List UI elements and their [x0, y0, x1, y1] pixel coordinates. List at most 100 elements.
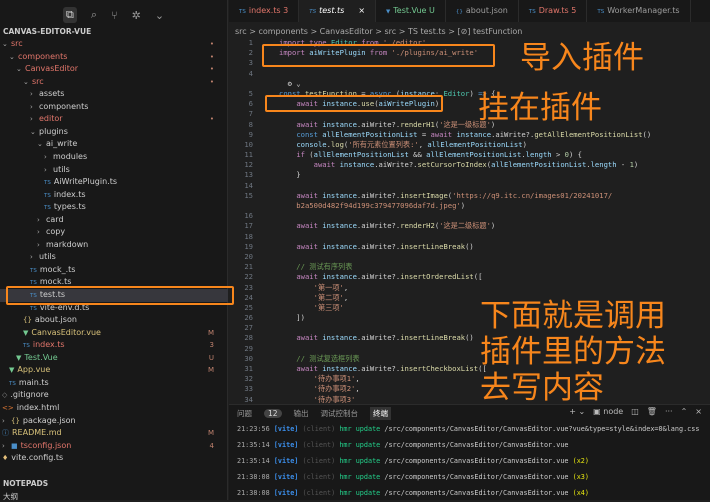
code-line[interactable]: ⚙ ⌄	[229, 79, 698, 89]
code-line[interactable]: 20	[229, 252, 698, 262]
code-line[interactable]: 13 }	[229, 170, 698, 180]
file-item[interactable]: TSmock_.ts	[0, 264, 228, 277]
notepad-item[interactable]: 大纲	[3, 491, 18, 502]
editor-tab[interactable]: {}about.json	[446, 0, 519, 22]
file-name: plugins	[39, 127, 68, 136]
code-line[interactable]: 19 await instance.aiWrite?.insertLineBre…	[229, 242, 698, 252]
code-line[interactable]: 22 await instance.aiWrite?.insertOrdered…	[229, 272, 698, 282]
code-line[interactable]: 23 '第一项',	[229, 283, 698, 293]
tab-label: WorkerManager.ts	[607, 6, 679, 15]
folder-item[interactable]: ›components	[0, 101, 228, 114]
folder-item[interactable]: ›editor•	[0, 113, 228, 126]
git-status-badge: U	[209, 352, 214, 365]
file-item[interactable]: TSindex.ts	[0, 189, 228, 202]
file-item[interactable]: TStypes.ts	[0, 201, 228, 214]
terminal-token: (client)	[303, 457, 340, 465]
code-line[interactable]: 10 console.log('所有元素位置列表:', allElementPo…	[229, 140, 698, 150]
git-status-badge: M	[208, 327, 214, 340]
file-name: types.ts	[54, 202, 86, 211]
terminal-token: [vite]	[274, 425, 303, 433]
search-icon[interactable]: ⌕	[91, 8, 97, 22]
folder-item[interactable]: ›copy	[0, 226, 228, 239]
line-number: 4	[229, 69, 253, 79]
code-line[interactable]: 14	[229, 181, 698, 191]
files-icon[interactable]: ⧉	[63, 7, 77, 23]
panel-tab[interactable]: 12	[264, 409, 282, 418]
folder-item[interactable]: ›utils	[0, 251, 228, 264]
panel-tab[interactable]: 输出	[294, 408, 309, 419]
line-number: 16	[229, 211, 253, 221]
code-token: console	[296, 140, 326, 149]
line-number: 15	[229, 191, 253, 201]
terminal-token: hmr update	[339, 489, 384, 497]
folder-item[interactable]: ›■tsconfig.json4	[0, 440, 228, 453]
code-line[interactable]: 18	[229, 232, 698, 242]
editor-tab[interactable]: TSDraw.ts 5	[519, 0, 588, 22]
folder-item[interactable]: ⌄src•	[0, 38, 228, 51]
folder-item[interactable]: ⌄plugins	[0, 126, 228, 139]
extensions-icon[interactable]: ✲	[132, 9, 141, 22]
panel-tool-button[interactable]: ◫	[631, 407, 639, 416]
code-line[interactable]: 11 if (allElementPositionList && allElem…	[229, 150, 698, 160]
file-type-icon: TS	[30, 268, 37, 274]
file-name: mock_.ts	[40, 265, 76, 274]
panel-tab[interactable]: 调试控制台	[321, 408, 359, 419]
editor-tab[interactable]: ▼Test.Vue U	[376, 0, 446, 22]
folder-item[interactable]: ⌄components•	[0, 51, 228, 64]
code-token: insertOrderedList	[400, 272, 474, 281]
panel-tool-button[interactable]: ▣ node	[593, 407, 623, 416]
code-line[interactable]: 21 // 测试有序列表	[229, 262, 698, 272]
code-line[interactable]: 17 await instance.aiWrite?.renderH2('这是二…	[229, 221, 698, 231]
folder-item[interactable]: ⌄ai_write	[0, 138, 228, 151]
file-item[interactable]: ▼CanvasEditor.vueM	[0, 327, 228, 340]
file-item[interactable]: {}about.json	[0, 314, 228, 327]
terminal-token: [vite]	[274, 441, 303, 449]
file-item[interactable]: ▼Test.VueU	[0, 352, 228, 365]
panel-tool-button[interactable]: ⌃	[681, 407, 688, 416]
line-number: 21	[229, 262, 253, 272]
file-item[interactable]: ◇.gitignore	[0, 389, 228, 402]
code-line[interactable]: 15 await instance.aiWrite?.insertImage('…	[229, 191, 698, 201]
folder-item[interactable]: ›markdown	[0, 239, 228, 252]
panel-tool-button[interactable]: ×	[695, 407, 702, 416]
file-item[interactable]: TSAiWritePlugin.ts	[0, 176, 228, 189]
folder-item[interactable]: ⌄CanvasEditor•	[0, 63, 228, 76]
file-type-icon: TS	[529, 9, 536, 15]
line-number: 7	[229, 109, 253, 119]
file-item[interactable]: ⓘREADME.mdM	[0, 427, 228, 440]
file-item[interactable]: <>index.html	[0, 402, 228, 415]
editor-tab[interactable]: TSindex.ts 3	[229, 0, 299, 22]
panel-tool-button[interactable]: ···	[665, 407, 673, 416]
folder-item[interactable]: ›{}package.json	[0, 415, 228, 428]
folder-item[interactable]: ›utils	[0, 164, 228, 177]
source-control-icon[interactable]: ⑂	[111, 9, 118, 22]
file-item[interactable]: TSmain.ts	[0, 377, 228, 390]
folder-item[interactable]: ›card	[0, 214, 228, 227]
terminal-token: /src/components/CanvasEditor/CanvasEdito…	[384, 489, 572, 497]
terminal-output[interactable]: 21:23:56 [vite] (client) hmr update /src…	[229, 421, 710, 501]
code-line[interactable]: b2a500d482f94d199c379477096daf7d.jpeg')	[229, 201, 698, 211]
panel-tool-button[interactable]: 🗑	[647, 407, 657, 416]
terminal-token: 21:35:14	[237, 441, 274, 449]
close-icon[interactable]: ×	[358, 6, 365, 15]
editor-tab[interactable]: TSWorkerManager.ts	[587, 0, 690, 22]
code-line[interactable]: 8 await instance.aiWrite?.renderH1('这是一级…	[229, 120, 698, 130]
folder-item[interactable]: ⌄src•	[0, 76, 228, 89]
breadcrumb[interactable]: src > components > CanvasEditor > src > …	[229, 25, 710, 39]
notepads-title[interactable]: NOTEPADS	[3, 479, 48, 488]
explorer-sidebar: ⧉⌕⑂✲⌄ CANVAS-EDITOR-VUE ⌄src•⌄components…	[0, 0, 228, 500]
file-item[interactable]: TSindex.ts3	[0, 339, 228, 352]
code-line[interactable]: 9 const allElementPositionList = await i…	[229, 130, 698, 140]
panel-tab[interactable]: 问题	[237, 408, 252, 419]
chevron-right-icon: ›	[30, 101, 39, 114]
chevron-down-icon[interactable]: ⌄	[155, 9, 164, 22]
file-item[interactable]: ▼App.vueM	[0, 364, 228, 377]
panel-tool-button[interactable]: + ⌄	[569, 407, 585, 416]
code-line[interactable]: 12 await instance.aiWrite?.setCursorToIn…	[229, 160, 698, 170]
folder-item[interactable]: ›assets	[0, 88, 228, 101]
editor-tab[interactable]: TStest.ts×	[299, 0, 376, 22]
code-line[interactable]: 16	[229, 211, 698, 221]
panel-tab[interactable]: 终端	[370, 407, 391, 420]
folder-item[interactable]: ›modules	[0, 151, 228, 164]
file-item[interactable]: ♦vite.config.ts	[0, 452, 228, 465]
